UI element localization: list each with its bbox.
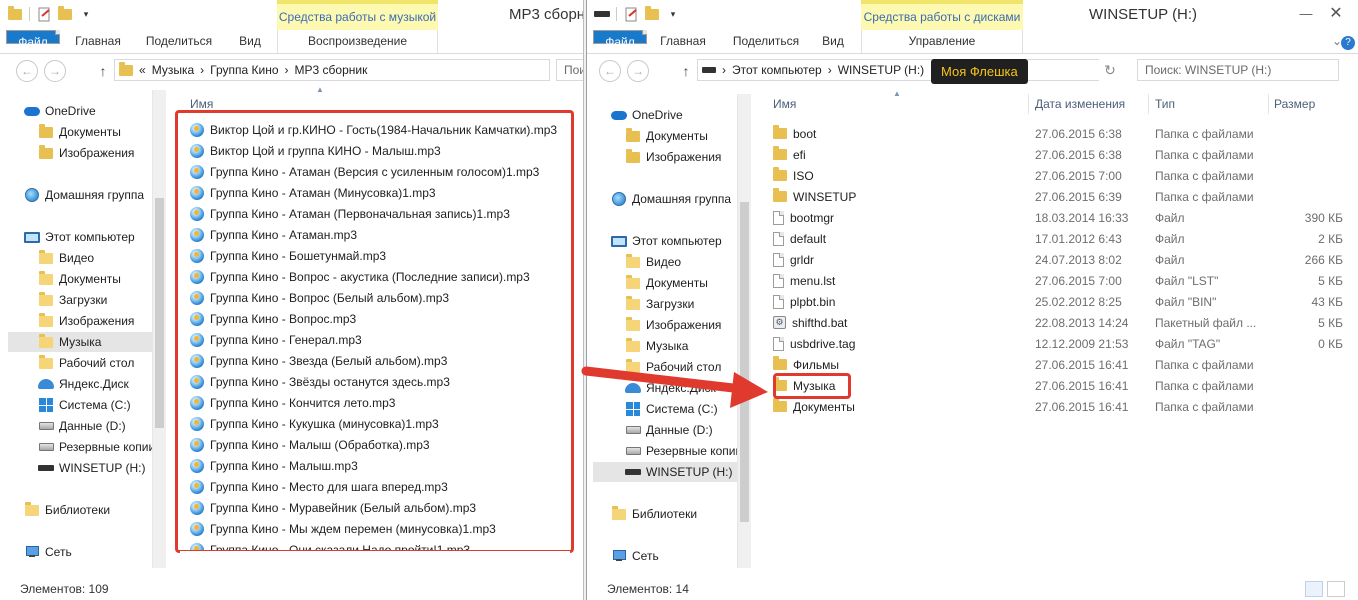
status-bar: Элементов: 109: [0, 578, 583, 600]
arrow-head: [730, 372, 768, 408]
arrow-shaft: [581, 366, 747, 394]
annotation-arrow: [581, 366, 768, 408]
